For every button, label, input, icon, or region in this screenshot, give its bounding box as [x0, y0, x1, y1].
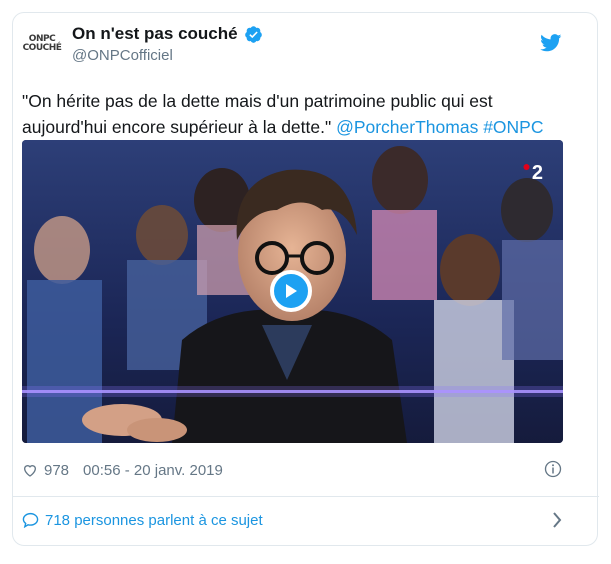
- conversation-text: 718 personnes parlent à ce sujet: [45, 511, 263, 529]
- avatar[interactable]: ONPC COUCHÉ: [22, 28, 62, 60]
- tweet-text: "On hérite pas de la dette mais d'un pat…: [22, 88, 582, 140]
- play-button[interactable]: [270, 270, 312, 312]
- like-count[interactable]: 978: [44, 462, 69, 479]
- hashtag-link[interactable]: #ONPC: [483, 117, 543, 137]
- twitter-bird-icon[interactable]: [540, 34, 562, 52]
- conversation-link[interactable]: 718 personnes parlent à ce sujet: [22, 508, 562, 532]
- chevron-right-icon[interactable]: [552, 512, 562, 528]
- speech-bubble-icon: [22, 512, 39, 528]
- author-name[interactable]: On n'est pas couché: [72, 24, 238, 44]
- avatar-text: COUCHÉ: [22, 43, 62, 53]
- tweet-header: ONPC COUCHÉ On n'est pas couché @ONPCoff…: [22, 24, 562, 66]
- info-icon[interactable]: [544, 460, 562, 478]
- heart-icon[interactable]: [22, 462, 38, 478]
- divider: [12, 496, 599, 497]
- channel-logo-number: 2: [531, 162, 543, 184]
- mention-link[interactable]: @PorcherThomas: [336, 117, 478, 137]
- author-block: On n'est pas couché @ONPCofficiel: [72, 24, 263, 64]
- channel-logo: ●2: [522, 158, 543, 185]
- author-handle[interactable]: @ONPCofficiel: [72, 47, 263, 64]
- verified-badge-icon: [244, 25, 262, 43]
- channel-logo-dot: ●: [522, 158, 531, 174]
- video-player[interactable]: ●2: [22, 140, 563, 443]
- play-icon: [286, 284, 297, 298]
- tweet-meta: 978 00:56 - 20 janv. 2019: [22, 458, 562, 482]
- timestamp[interactable]: 00:56 - 20 janv. 2019: [83, 462, 223, 479]
